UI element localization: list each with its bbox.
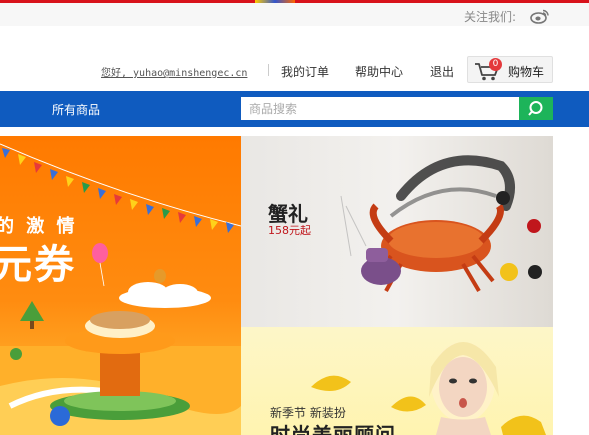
top-bar: 关注我们: bbox=[0, 3, 589, 26]
cart-label: 购物车 bbox=[508, 65, 545, 79]
all-products-menu[interactable]: 所有商品 bbox=[52, 101, 100, 118]
weibo-icon[interactable] bbox=[530, 8, 550, 24]
promo-banner-coupon-text: 元券 bbox=[0, 242, 76, 288]
search-icon bbox=[528, 101, 543, 116]
follow-us-label: 关注我们: bbox=[464, 10, 517, 24]
crab-banner-price: 158元起 bbox=[268, 224, 311, 237]
cart-button[interactable]: 0 购物车 bbox=[467, 56, 553, 83]
help-center-link[interactable]: 帮助中心 bbox=[355, 63, 403, 80]
cart-count-badge: 0 bbox=[489, 58, 502, 71]
logout-link[interactable]: 退出 bbox=[430, 63, 454, 80]
promo-banner-crab[interactable]: 蟹礼 158元起 bbox=[241, 136, 553, 327]
promo-banner-coupon[interactable]: 的 激 情 元券 bbox=[0, 136, 241, 435]
header-divider bbox=[268, 64, 269, 76]
promo-banner-season[interactable]: 新季节 新装扮 时尚美丽顾问 bbox=[241, 327, 553, 435]
season-banner-title: 时尚美丽顾问 bbox=[270, 423, 396, 435]
my-orders-link[interactable]: 我的订单 bbox=[281, 63, 329, 80]
main-navbar: 所有商品 bbox=[0, 91, 589, 127]
user-greeting-link[interactable]: 您好, yuhao@minshengec.cn bbox=[101, 64, 247, 79]
search-input[interactable] bbox=[241, 97, 520, 120]
header: 您好, yuhao@minshengec.cn 我的订单 帮助中心 退出 0 购… bbox=[0, 26, 589, 91]
search-button[interactable] bbox=[519, 97, 553, 120]
